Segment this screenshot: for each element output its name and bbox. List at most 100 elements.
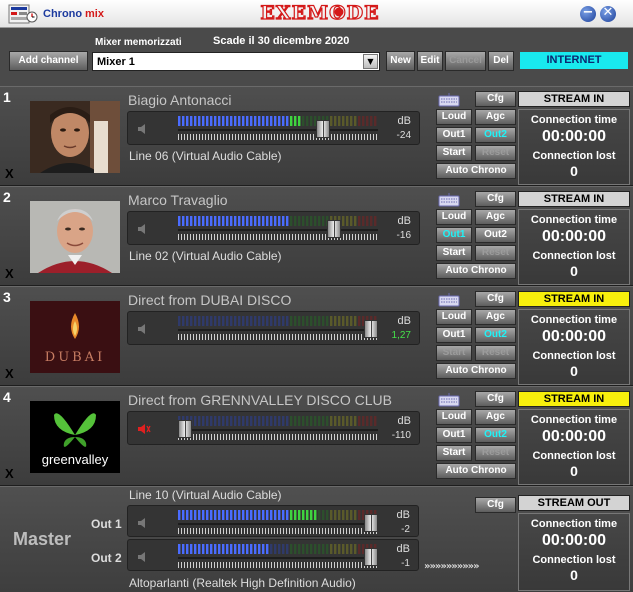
volume-fader[interactable]: dB -16 (127, 211, 420, 245)
loudness-button[interactable]: Loud (436, 409, 472, 425)
master-volume-fader[interactable]: dB -2 (127, 505, 419, 537)
agc-button[interactable]: Agc (475, 109, 516, 125)
output-2-button[interactable]: Out2 (475, 427, 516, 443)
svg-text:greenvalley: greenvalley (42, 452, 109, 467)
mixer-select[interactable]: Mixer 1 ▼ (92, 52, 380, 71)
output-2-button[interactable]: Out2 (475, 227, 516, 243)
meter-segment (222, 544, 225, 554)
loudness-button[interactable]: Loud (436, 309, 472, 325)
stream-status-badge: STREAM IN (518, 191, 630, 207)
connection-lost-label: Connection lost (532, 250, 616, 262)
output-1-button[interactable]: Out1 (436, 127, 472, 143)
meter-segment (274, 316, 277, 326)
config-button[interactable]: Cfg (475, 191, 516, 207)
config-button[interactable]: Cfg (475, 91, 516, 107)
meter-segment (306, 416, 309, 426)
fader-knob[interactable] (364, 548, 378, 566)
output-1-button[interactable]: Out1 (436, 427, 472, 443)
start-button[interactable]: Start (436, 445, 472, 461)
chevron-down-icon[interactable]: ▼ (363, 54, 378, 69)
start-button[interactable]: Start (436, 345, 472, 361)
fader-knob[interactable] (364, 514, 378, 532)
channel-number: 2 (3, 189, 11, 205)
meter-segment (270, 510, 273, 520)
auto-chrono-button[interactable]: Auto Chrono (436, 263, 516, 279)
reset-button[interactable]: Reset (475, 245, 516, 261)
agc-button[interactable]: Agc (475, 209, 516, 225)
auto-chrono-button[interactable]: Auto Chrono (436, 363, 516, 379)
minimize-icon: − (582, 5, 594, 20)
meter-segment (294, 216, 297, 226)
fader-scale (178, 234, 378, 240)
keyboard-icon[interactable] (438, 192, 460, 207)
meter-segment (298, 544, 301, 554)
keyboard-icon[interactable] (438, 292, 460, 307)
config-button[interactable]: Cfg (475, 291, 516, 307)
remove-channel-button[interactable]: X (5, 466, 14, 481)
add-channel-button[interactable]: Add channel (9, 51, 88, 71)
start-button[interactable]: Start (436, 245, 472, 261)
master-config-button[interactable]: Cfg (475, 497, 516, 513)
agc-button[interactable]: Agc (475, 409, 516, 425)
connection-time-label: Connection time (530, 518, 618, 530)
fader-knob[interactable] (315, 120, 330, 138)
master-output-device: Altoparlanti (Realtek High Definition Au… (129, 576, 356, 590)
output-2-button[interactable]: Out2 (475, 327, 516, 343)
fader-scale (178, 134, 378, 140)
auto-chrono-button[interactable]: Auto Chrono (436, 163, 516, 179)
meter-segment (238, 316, 241, 326)
master-title: Master (13, 529, 72, 549)
meter-segment (226, 544, 229, 554)
fader-knob[interactable] (364, 320, 378, 338)
remove-channel-button[interactable]: X (5, 266, 14, 281)
loudness-button[interactable]: Loud (436, 209, 472, 225)
meter-segment (178, 510, 181, 520)
new-mixer-button[interactable]: New (386, 51, 415, 71)
meter-segment (322, 544, 325, 554)
speaker-icon[interactable] (135, 221, 151, 237)
meter-segment (314, 316, 317, 326)
speaker-icon[interactable] (135, 121, 151, 137)
volume-fader[interactable]: dB -110 (127, 411, 420, 445)
keyboard-icon[interactable] (438, 92, 460, 107)
keyboard-icon[interactable] (438, 392, 460, 407)
master-volume-fader[interactable]: dB -1 (127, 539, 419, 571)
speaker-icon[interactable] (135, 321, 151, 337)
remove-channel-button[interactable]: X (5, 166, 14, 181)
meter-segment (254, 416, 257, 426)
output-1-button[interactable]: Out1 (436, 327, 472, 343)
meter-segment (346, 116, 349, 126)
connection-time-value: 00:00:00 (541, 228, 607, 245)
output-1-button[interactable]: Out1 (436, 227, 472, 243)
meter-segment (318, 416, 321, 426)
config-button[interactable]: Cfg (475, 391, 516, 407)
speaker-icon[interactable] (135, 549, 151, 565)
fader-knob[interactable] (326, 220, 341, 238)
channel-strip-2: 2 X Marco Travaglio dB -16 Line 02 (Virt… (0, 186, 633, 286)
volume-fader[interactable]: dB -24 (127, 111, 420, 145)
auto-chrono-button[interactable]: Auto Chrono (436, 463, 516, 479)
cancel-mixer-button[interactable]: Cancel (445, 51, 486, 71)
input-device-label: Line 06 (Virtual Audio Cable) (129, 149, 282, 163)
volume-fader[interactable]: dB 1,27 (127, 311, 420, 345)
reset-button[interactable]: Reset (475, 345, 516, 361)
loudness-button[interactable]: Loud (436, 109, 472, 125)
minimize-button[interactable]: − (580, 5, 596, 22)
level-meter (178, 510, 377, 520)
output-2-button[interactable]: Out2 (475, 127, 516, 143)
meter-segment (346, 216, 349, 226)
fader-knob[interactable] (178, 420, 192, 438)
meter-segment (222, 416, 225, 426)
meter-segment (310, 116, 313, 126)
reset-button[interactable]: Reset (475, 145, 516, 161)
speaker-muted-icon[interactable] (135, 421, 151, 437)
agc-button[interactable]: Agc (475, 309, 516, 325)
edit-mixer-button[interactable]: Edit (417, 51, 443, 71)
remove-channel-button[interactable]: X (5, 366, 14, 381)
speaker-icon[interactable] (135, 515, 151, 531)
delete-mixer-button[interactable]: Del (488, 51, 514, 71)
start-button[interactable]: Start (436, 145, 472, 161)
reset-button[interactable]: Reset (475, 445, 516, 461)
channel-artwork (30, 101, 120, 173)
close-button[interactable]: ✕ (600, 5, 616, 22)
